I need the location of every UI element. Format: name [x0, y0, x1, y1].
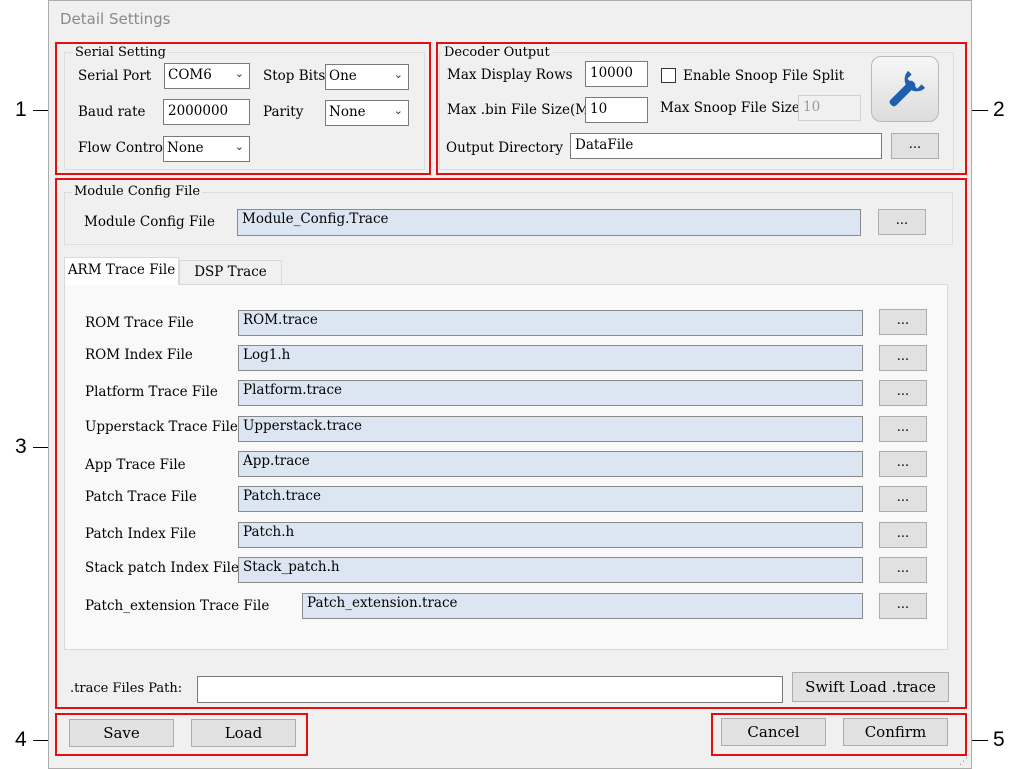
highlight-box-trace-files — [55, 178, 967, 709]
callout-1: 1 — [15, 98, 27, 121]
resize-grip-icon[interactable]: ⋰ — [959, 757, 968, 767]
highlight-box-save-load — [55, 713, 308, 756]
callout-4: 4 — [15, 728, 27, 751]
highlight-box-cancel-confirm — [711, 713, 967, 756]
callout-5: 5 — [993, 728, 1005, 751]
callout-3: 3 — [15, 435, 27, 458]
window-title: Detail Settings — [60, 10, 171, 28]
callout-2: 2 — [993, 98, 1005, 121]
highlight-box-serial — [55, 42, 431, 175]
highlight-box-decoder — [436, 42, 967, 175]
